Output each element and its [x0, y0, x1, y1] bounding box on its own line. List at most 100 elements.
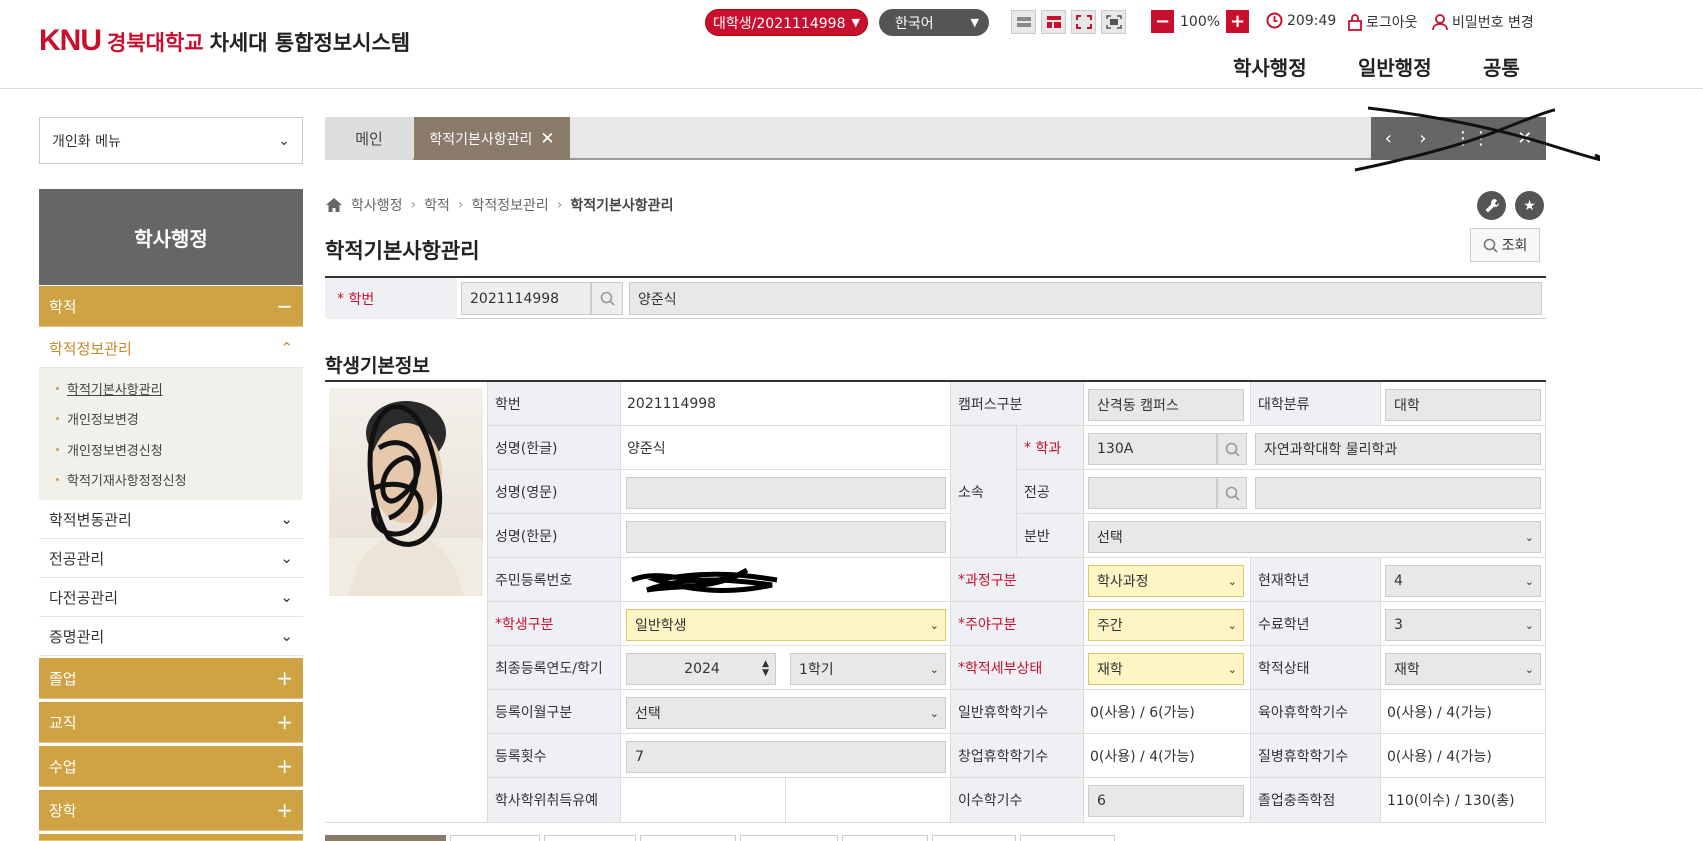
class-select[interactable]: 선택 ⌄ — [1088, 521, 1541, 553]
chevron-down-icon: ⌄ — [929, 618, 939, 632]
bottom-tab[interactable] — [740, 835, 838, 841]
bottom-tab[interactable] — [544, 835, 636, 841]
chevron-left-icon[interactable]: ‹ — [1385, 128, 1392, 149]
bottom-tab[interactable] — [325, 835, 446, 841]
name-hanja-input[interactable] — [626, 521, 946, 553]
label-text: 학적세부상태 — [965, 660, 1043, 677]
nav-academic[interactable]: 학사행정 — [1233, 52, 1307, 81]
course-select[interactable]: 학사과정 ⌄ — [1088, 565, 1244, 597]
personal-menu-label: 개인화 메뉴 — [52, 133, 121, 150]
breadcrumb-item[interactable]: 학사행정 — [351, 195, 403, 215]
language-select[interactable]: 한국어 ▼ — [879, 9, 989, 36]
breadcrumb-item[interactable]: 학적정보관리 — [472, 195, 549, 215]
breadcrumb-separator-icon: › — [556, 197, 563, 213]
bottom-tab[interactable] — [640, 835, 736, 841]
nav-common[interactable]: 공통 — [1483, 52, 1520, 81]
query-button[interactable]: 조회 — [1470, 228, 1540, 262]
completed-sem-field: 6 — [1088, 785, 1244, 817]
sidebar-item-more[interactable] — [39, 834, 303, 841]
logout-link[interactable]: 로그아웃 — [1348, 12, 1418, 32]
sidebar-item-major[interactable]: 전공관리 ⌄ — [39, 539, 303, 578]
lock-icon — [1348, 13, 1362, 31]
fit-screen-icon[interactable] — [1101, 10, 1126, 34]
breadcrumb-item[interactable]: 학적 — [424, 195, 450, 215]
finish-grade-select[interactable]: 3 ⌄ — [1385, 609, 1541, 641]
bottom-tab[interactable] — [1020, 835, 1115, 841]
student-id-input[interactable]: 2021114998 — [461, 282, 591, 315]
home-icon[interactable] — [325, 197, 343, 213]
detail-status-select[interactable]: 재학 ⌄ — [1088, 653, 1244, 685]
breadcrumb-separator-icon: › — [457, 197, 464, 213]
password-change-link[interactable]: 비밀번호 변경 — [1432, 12, 1534, 32]
sidebar-item-multi-major[interactable]: 다전공관리 ⌄ — [39, 578, 303, 617]
chevron-down-icon: ⌄ — [1524, 574, 1534, 588]
section-title: 학생기본정보 — [325, 355, 430, 377]
fullscreen-icon[interactable] — [1071, 10, 1096, 34]
sidebar-item-teaching[interactable]: 교직 + — [39, 702, 303, 743]
dept-code-input[interactable]: 130A — [1088, 433, 1217, 465]
logo-knu: KNU — [39, 24, 102, 57]
layout-list-icon[interactable] — [1011, 10, 1036, 34]
dept-search-button[interactable] — [1217, 433, 1247, 465]
bottom-tab[interactable] — [450, 835, 540, 841]
label-class: 분반 — [1017, 514, 1084, 558]
tab-record-basic[interactable]: 학적기본사항관리 ✕ — [414, 117, 570, 160]
student-search-button[interactable] — [591, 282, 623, 315]
overmonth-select[interactable]: 선택 ⌄ — [626, 697, 946, 729]
submenu-record-correction[interactable]: 학적기재사항정정신청 — [56, 470, 187, 489]
sidebar-item-certificate[interactable]: 증명관리 ⌄ — [39, 617, 303, 656]
sidebar-item-graduation[interactable]: 졸업 + — [39, 658, 303, 699]
sidebar-item-scholarship[interactable]: 장학 + — [39, 790, 303, 831]
sidebar-item-label: 전공관리 — [49, 549, 105, 568]
required-mark: * — [958, 615, 965, 632]
major-search-button[interactable] — [1217, 477, 1247, 509]
personal-menu-select[interactable]: 개인화 메뉴 ⌄ — [39, 117, 303, 164]
required-mark: * — [495, 615, 502, 632]
sidebar-item-record-change[interactable]: 학적변동관리 ⌄ — [39, 500, 303, 539]
label-affiliation: 소속 — [951, 426, 1017, 558]
tab-main[interactable]: 메인 — [325, 117, 413, 160]
close-all-icon[interactable]: ✕ — [1517, 128, 1532, 149]
logo[interactable]: KNU 경북대학교 차세대 통합정보시스템 — [39, 24, 410, 58]
spinner-arrows-icon[interactable]: ▲ ▼ — [762, 660, 769, 678]
major-name-field — [1255, 477, 1541, 509]
submenu-record-basic[interactable]: 학적기본사항관리 — [56, 379, 163, 398]
name-en-input[interactable] — [626, 477, 946, 509]
star-icon[interactable]: ★ — [1515, 191, 1544, 220]
degree-defer-cell-1 — [621, 778, 786, 823]
bottom-tab[interactable] — [932, 835, 1016, 841]
sidebar-item-classes[interactable]: 수업 + — [39, 746, 303, 787]
cur-grade-select[interactable]: 4 ⌄ — [1385, 565, 1541, 597]
daynight-select[interactable]: 주간 ⌄ — [1088, 609, 1244, 641]
submenu-label: 학적기재사항정정신청 — [67, 474, 187, 489]
wrench-icon[interactable] — [1477, 191, 1506, 220]
search-row: * 학번 2021114998 양준식 — [325, 276, 1546, 319]
status-select[interactable]: 재학 ⌄ — [1385, 653, 1541, 685]
degree-defer-cell-2 — [786, 778, 951, 823]
grid-dots-icon[interactable]: ⋮⋮ — [1454, 128, 1490, 149]
nav-general[interactable]: 일반행정 — [1358, 52, 1432, 81]
last-semester-select[interactable]: 1학기 ⌄ — [790, 653, 946, 685]
query-label: 조회 — [1501, 238, 1528, 254]
zoom-in-button[interactable]: + — [1226, 10, 1250, 33]
submenu-personal-change[interactable]: 개인정보변경 — [56, 409, 139, 428]
chevron-right-icon[interactable]: › — [1419, 128, 1426, 149]
student-type-select[interactable]: 일반학생 ⌄ — [626, 609, 946, 641]
user-role-select[interactable]: 대학생/2021114998 ▼ — [705, 9, 868, 36]
user-role-value: 대학생/2021114998 — [713, 15, 846, 32]
submenu-personal-change-request[interactable]: 개인정보변경신청 — [56, 440, 163, 459]
sidebar-item-label: 학적변동관리 — [49, 510, 132, 529]
zoom-out-button[interactable]: − — [1151, 10, 1174, 33]
label-sick-leave: 질병휴학학기수 — [1251, 734, 1381, 778]
sidebar-item-academic-record[interactable]: 학적 − — [39, 286, 303, 327]
layout-toolbar — [1011, 10, 1126, 34]
layout-grid-icon[interactable] — [1041, 10, 1066, 34]
last-year-spinner[interactable]: 2024 ▲ ▼ — [626, 653, 776, 685]
search-label: * 학번 — [325, 278, 457, 319]
major-code-input[interactable] — [1088, 477, 1217, 509]
bottom-tab[interactable] — [842, 835, 928, 841]
student-photo — [329, 388, 483, 596]
close-icon[interactable]: ✕ — [540, 129, 554, 149]
sidebar-item-record-info[interactable]: 학적정보관리 ⌃ — [39, 329, 303, 368]
sidebar-title: 학사행정 — [39, 189, 303, 285]
